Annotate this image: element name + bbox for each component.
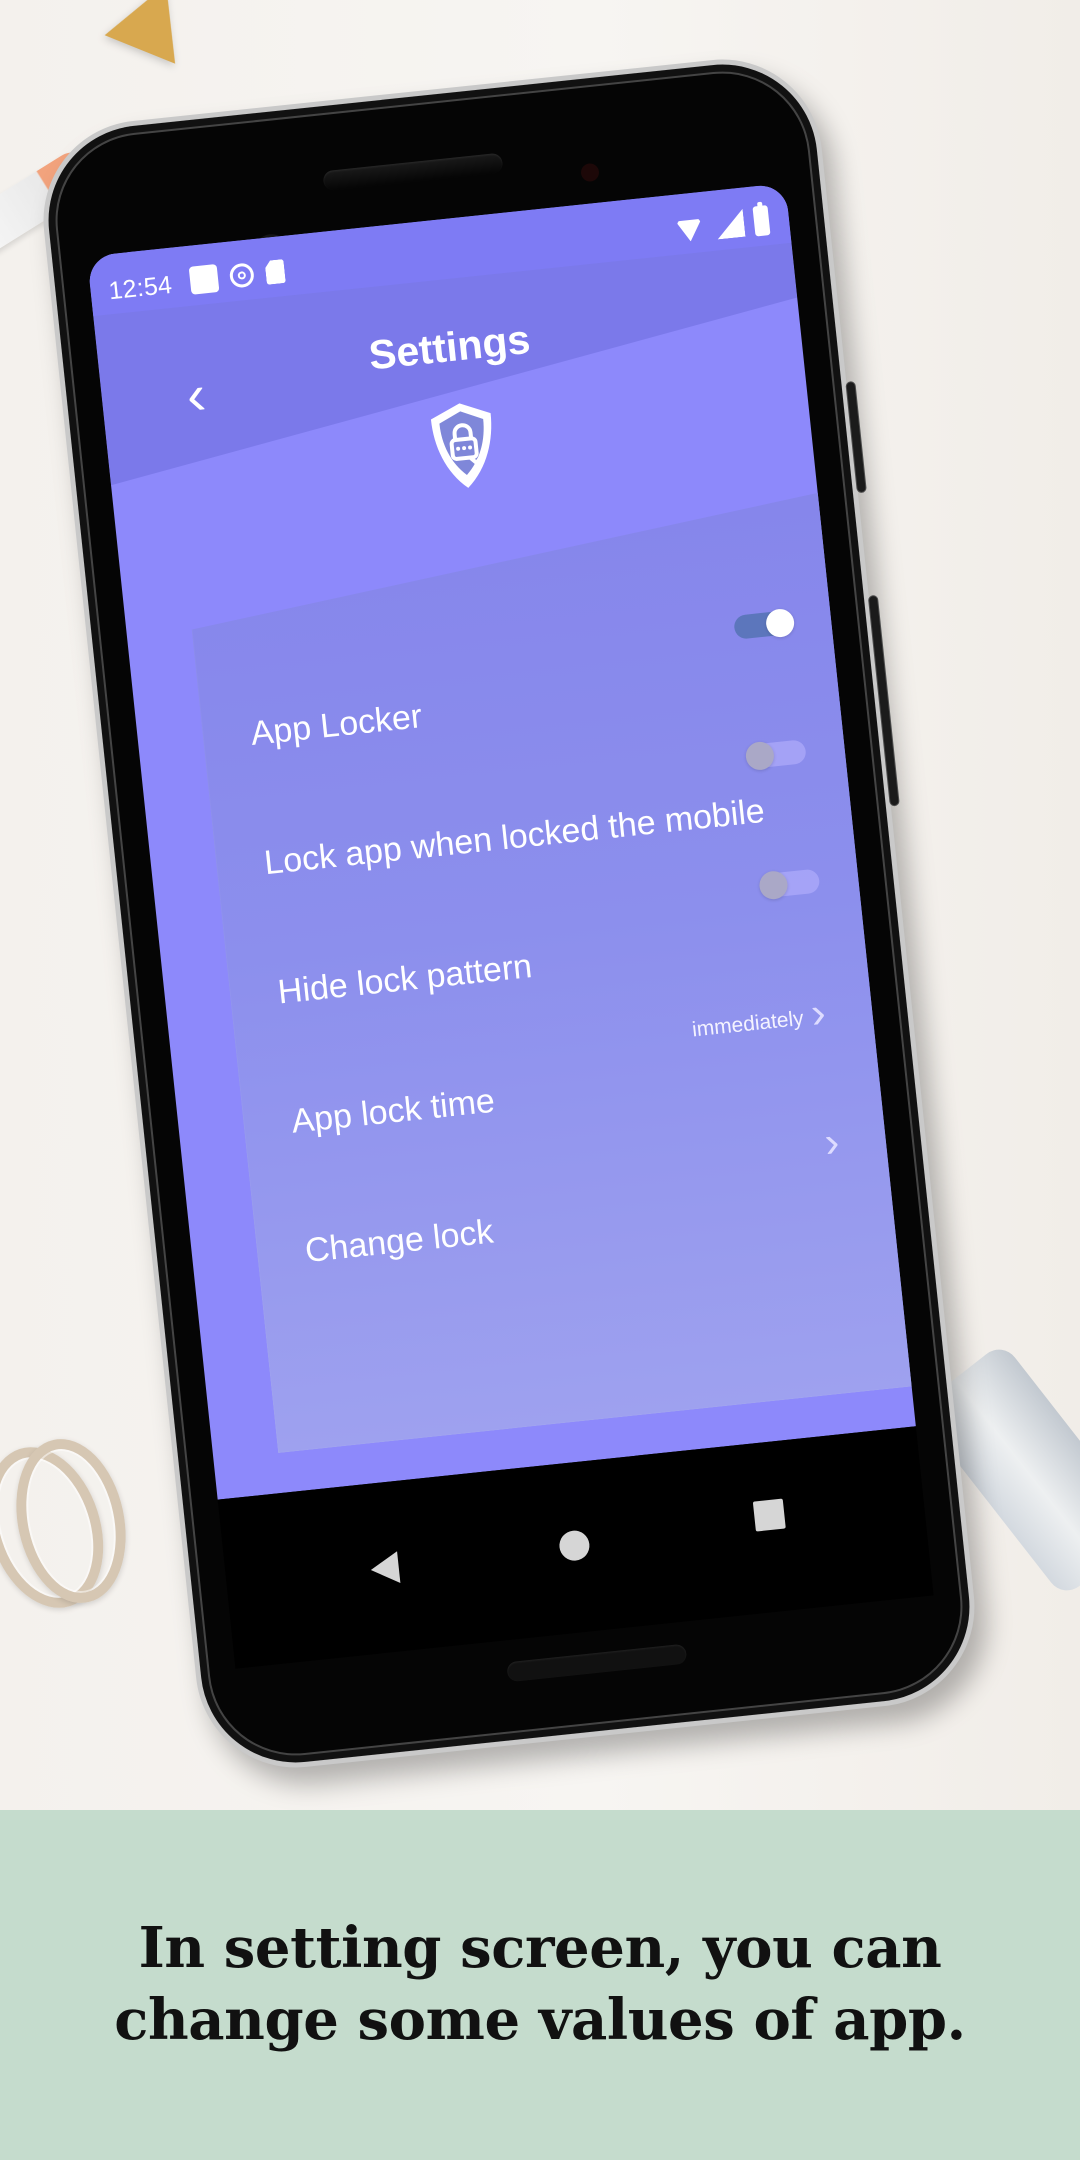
setting-row-hide-lock-pattern[interactable]: Hide lock pattern	[271, 867, 838, 1017]
shield-lock-icon	[430, 403, 492, 488]
chevron-right-icon: ›	[822, 1117, 842, 1168]
toggle-knob	[745, 741, 776, 772]
caption-text: In setting screen, you can change some v…	[0, 1912, 1080, 2056]
settings-card: App Locker Lock app when locked the mobi…	[184, 490, 916, 1453]
setting-label-change-lock: Change lock	[303, 1212, 496, 1271]
setting-row-lock-on-mobile-lock[interactable]: Lock app when locked the mobile	[257, 738, 824, 888]
wifi-icon	[671, 214, 708, 243]
battery-icon	[752, 205, 771, 237]
signal-icon	[715, 209, 746, 240]
volume-button	[868, 595, 899, 806]
notification-circle-icon	[228, 262, 256, 289]
app-locker-toggle[interactable]	[733, 610, 793, 640]
app-lock-time-value: immediately	[690, 1006, 805, 1042]
setting-label-hide-lock-pattern: Hide lock pattern	[276, 947, 534, 1012]
toggle-knob	[765, 608, 796, 639]
earpiece-speaker	[322, 152, 504, 192]
nav-home-icon[interactable]	[557, 1529, 591, 1563]
setting-label-lock-on-mobile-lock: Lock app when locked the mobile	[262, 791, 767, 883]
settings-screen: 12:54 ‹ Settings App Locker Lock app whe…	[87, 183, 916, 1500]
caption-panel: In setting screen, you can change some v…	[0, 1810, 1080, 2160]
setting-label-app-lock-time: App lock time	[289, 1081, 497, 1141]
promotional-screenshot: 12:54 ‹ Settings App Locker Lock app whe…	[0, 0, 1080, 2160]
proximity-sensor	[580, 162, 600, 183]
caption-line: In setting screen, you can change some v…	[114, 1915, 966, 2053]
notification-square-icon	[188, 264, 220, 295]
status-system-icons	[671, 205, 771, 245]
nav-recent-apps-icon[interactable]	[752, 1498, 786, 1532]
setting-row-change-lock[interactable]: Change lock ›	[298, 1126, 865, 1276]
nav-back-icon[interactable]	[369, 1551, 401, 1586]
status-notification-icons	[188, 257, 286, 295]
toggle-knob	[758, 870, 789, 901]
phone-mockup-wrapper: 12:54 ‹ Settings App Locker Lock app whe…	[33, 49, 1040, 1800]
setting-row-app-locker[interactable]: App Locker	[244, 609, 811, 759]
lock-on-mobile-lock-toggle[interactable]	[747, 739, 807, 769]
power-button	[846, 381, 866, 493]
chevron-right-icon: ›	[808, 988, 828, 1038]
hide-lock-pattern-toggle[interactable]	[760, 868, 820, 898]
bottom-speaker	[506, 1643, 688, 1683]
status-time: 12:54	[107, 270, 174, 306]
setting-row-app-lock-time[interactable]: App lock time immediately ›	[285, 997, 852, 1147]
setting-label-app-locker: App Locker	[248, 697, 424, 753]
gold-star-decoration	[104, 0, 202, 64]
sd-card-icon	[264, 259, 285, 285]
phone-mockup: 12:54 ‹ Settings App Locker Lock app whe…	[33, 49, 985, 1778]
